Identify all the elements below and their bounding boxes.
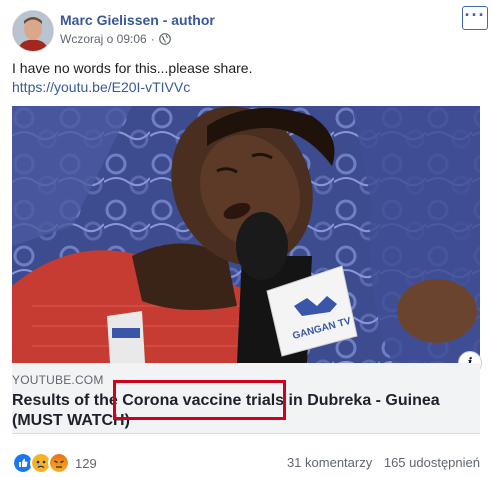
post-text: I have no words for this...please share.…	[12, 59, 472, 97]
author-name[interactable]: Marc Gielissen - author	[60, 12, 215, 28]
reactions-summary[interactable]: 129	[12, 452, 97, 474]
video-thumbnail[interactable]: GANGAN TV	[12, 106, 480, 363]
post-message: I have no words for this...please share.	[12, 60, 253, 76]
engagement-counts: 31 komentarzy 165 udostępnień	[279, 455, 480, 470]
globe-icon[interactable]	[158, 33, 171, 45]
angry-icon	[48, 452, 70, 474]
shares-count[interactable]: 165 udostępnień	[384, 455, 480, 470]
reaction-count[interactable]: 129	[75, 456, 97, 471]
highlight-box	[113, 380, 286, 420]
post-meta: Wczoraj o 09:06 ·	[60, 32, 171, 46]
timestamp[interactable]: Wczoraj o 09:06	[60, 32, 147, 46]
more-options-icon[interactable]: ···	[462, 6, 488, 30]
comments-count[interactable]: 31 komentarzy	[287, 455, 372, 470]
avatar[interactable]	[12, 10, 54, 52]
facebook-post: Marc Gielissen - author Wczoraj o 09:06 …	[0, 0, 492, 477]
post-link[interactable]: https://youtu.be/E20I-vTIVVc	[12, 78, 472, 97]
link-domain: YOUTUBE.COM	[12, 373, 104, 387]
